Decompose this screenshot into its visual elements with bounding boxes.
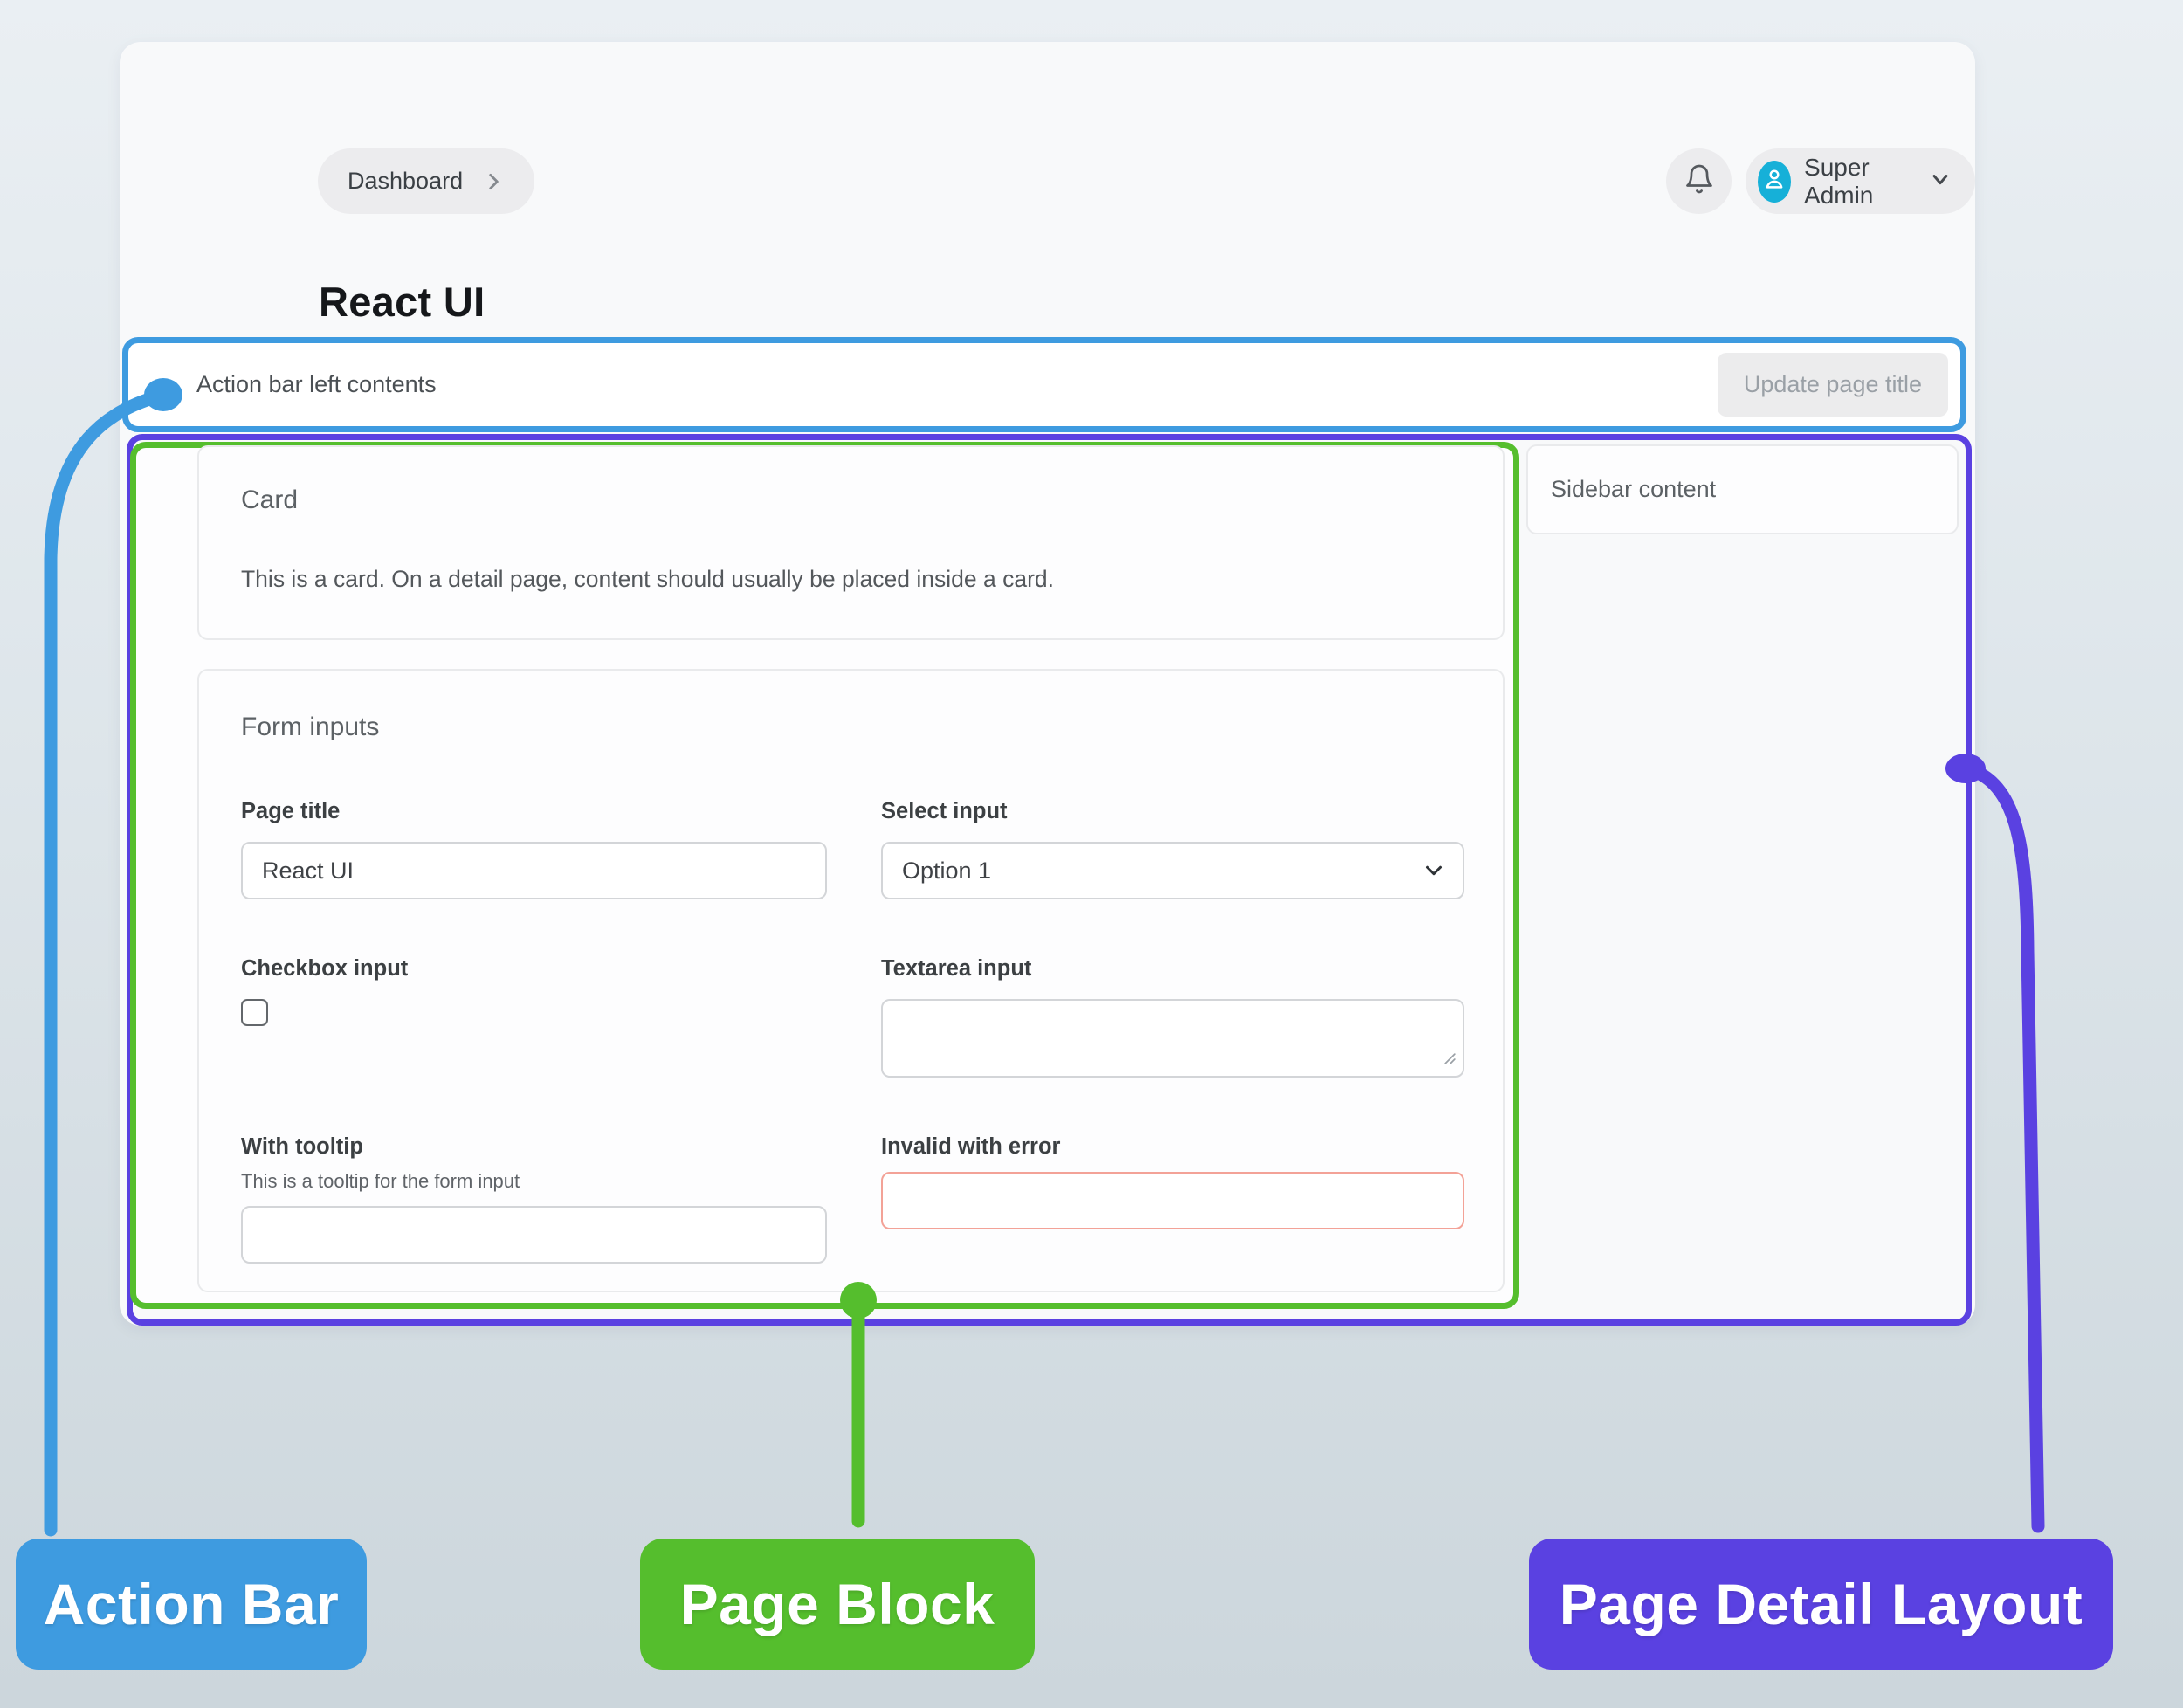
breadcrumb-label: Dashboard: [348, 168, 463, 195]
tooltip-text: This is a tooltip for the form input: [241, 1170, 827, 1193]
page-title-input[interactable]: [241, 842, 827, 899]
sidebar-content-card: Sidebar content: [1526, 444, 1959, 534]
page-title-field: Page title: [241, 798, 827, 899]
notifications-button[interactable]: [1666, 148, 1732, 214]
invalid-field: Invalid with error: [881, 1133, 1464, 1229]
with-tooltip-label: With tooltip: [241, 1133, 827, 1160]
form-inputs-card: Form inputs Page title Select input Opti…: [197, 669, 1505, 1292]
form-grid: Page title Select input Option 1 Checkbo…: [241, 798, 1461, 1264]
card: Card This is a card. On a detail page, c…: [197, 445, 1505, 640]
action-bar-annotation-text: Action Bar: [44, 1571, 340, 1637]
annotated-screenshot: { "header": { "breadcrumb": "Dashboard",…: [0, 0, 2183, 1708]
page-detail-connector-line: [1966, 768, 2038, 1526]
action-bar-left-text: Action bar left contents: [196, 371, 437, 398]
select-input-label: Select input: [881, 798, 1464, 824]
page-title: React UI: [319, 278, 485, 326]
sidebar-content-text: Sidebar content: [1551, 476, 1716, 503]
user-name: Super Admin: [1804, 154, 1915, 210]
avatar: [1758, 161, 1791, 203]
with-tooltip-field: With tooltip This is a tooltip for the f…: [241, 1133, 827, 1264]
select-field: Select input Option 1: [881, 798, 1464, 899]
textarea-field: Textarea input: [881, 955, 1464, 1078]
page-block-annotation-label: Page Block: [640, 1539, 1035, 1670]
invalid-with-error-label: Invalid with error: [881, 1133, 1464, 1160]
form-inputs-title: Form inputs: [241, 713, 1461, 742]
user-menu[interactable]: Super Admin: [1746, 148, 1975, 214]
bell-icon: [1684, 163, 1715, 199]
action-bar-annotation-label: Action Bar: [16, 1539, 367, 1670]
card-title: Card: [241, 486, 1461, 515]
checkbox-input-label: Checkbox input: [241, 955, 827, 981]
textarea-input[interactable]: [881, 999, 1464, 1078]
checkbox-field: Checkbox input: [241, 955, 827, 1026]
chevron-down-icon: [1928, 167, 1952, 196]
invalid-input[interactable]: [881, 1172, 1464, 1229]
update-page-title-button[interactable]: Update page title: [1718, 353, 1948, 417]
chevron-right-icon: [482, 170, 505, 193]
action-bar: Action bar left contents Update page tit…: [122, 337, 1966, 432]
page-detail-annotation-label: Page Detail Layout: [1529, 1539, 2113, 1670]
textarea-input-label: Textarea input: [881, 955, 1464, 981]
checkbox-input[interactable]: [241, 999, 268, 1026]
card-body-text: This is a card. On a detail page, conten…: [241, 566, 1461, 593]
user-icon: [1761, 166, 1787, 196]
with-tooltip-input[interactable]: [241, 1206, 827, 1264]
page-block-annotation-text: Page Block: [680, 1571, 995, 1637]
page-detail-annotation-text: Page Detail Layout: [1560, 1571, 2083, 1637]
breadcrumb[interactable]: Dashboard: [318, 148, 534, 214]
select-input[interactable]: Option 1: [881, 842, 1464, 899]
page-title-label: Page title: [241, 798, 827, 824]
